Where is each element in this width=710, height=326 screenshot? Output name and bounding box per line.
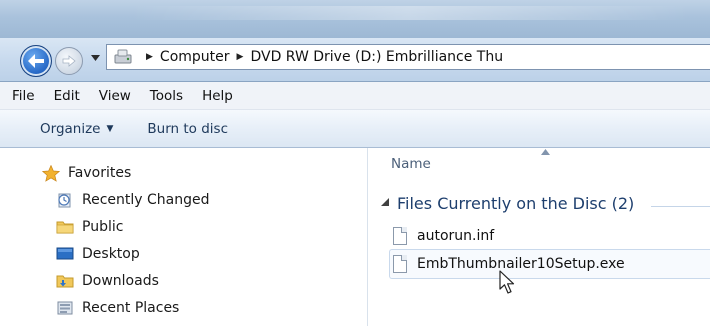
back-button[interactable] <box>20 45 52 77</box>
menu-view[interactable]: View <box>99 88 131 104</box>
breadcrumb-computer[interactable]: Computer <box>160 49 230 65</box>
recently-changed-icon <box>56 192 74 208</box>
menu-tools[interactable]: Tools <box>150 88 183 104</box>
star-icon <box>41 164 61 182</box>
drive-icon <box>113 48 133 66</box>
nav-label-recent-places: Recent Places <box>82 300 180 316</box>
group-divider <box>651 206 710 207</box>
recent-places-icon <box>56 300 74 316</box>
nav-item-recent-places[interactable]: Recent Places <box>56 296 179 320</box>
title-blur <box>130 6 690 20</box>
nav-label-desktop: Desktop <box>82 246 140 262</box>
nav-item-public[interactable]: Public <box>56 215 123 239</box>
window-titlebar <box>0 0 710 38</box>
forward-arrow-icon <box>56 48 82 74</box>
command-toolbar: Organize ▼ Burn to disc <box>0 110 710 148</box>
address-bar[interactable]: ▶ Computer ▶ DVD RW Drive (D:) Embrillia… <box>106 44 710 70</box>
collapse-triangle-icon <box>381 198 389 209</box>
menu-edit[interactable]: Edit <box>54 88 80 104</box>
document-icon <box>393 227 407 245</box>
back-arrow-icon <box>21 46 51 76</box>
sort-ascending-icon <box>541 148 550 158</box>
nav-item-recently-changed[interactable]: Recently Changed <box>56 188 210 212</box>
group-title: Files Currently on the Disc (2) <box>397 194 635 213</box>
folder-icon <box>56 219 74 235</box>
forward-button[interactable] <box>55 47 83 75</box>
nav-item-downloads[interactable]: Downloads <box>56 269 159 293</box>
nav-label-downloads: Downloads <box>82 273 159 289</box>
chevron-down-icon: ▼ <box>106 123 114 134</box>
burn-to-disc-button[interactable]: Burn to disc <box>147 121 228 137</box>
chevron-right-icon: ▶ <box>146 52 153 62</box>
document-icon <box>393 255 407 273</box>
column-header-name[interactable]: Name <box>391 156 431 172</box>
file-name: EmbThumbnailer10Setup.exe <box>417 256 625 272</box>
breadcrumb-dvd-drive[interactable]: DVD RW Drive (D:) Embrilliance Thu <box>250 49 503 65</box>
favorites-label: Favorites <box>68 165 132 181</box>
navigation-pane: Favorites Recently Changed Public Deskto… <box>0 148 368 326</box>
nav-label-public: Public <box>82 219 124 235</box>
recent-pages-dropdown[interactable] <box>91 54 101 66</box>
file-row-autorun[interactable]: autorun.inf <box>393 224 494 248</box>
nav-label-recently-changed: Recently Changed <box>82 192 210 208</box>
burn-to-disc-label: Burn to disc <box>147 120 229 137</box>
chevron-right-icon: ▶ <box>236 52 244 62</box>
file-group-header[interactable]: Files Currently on the Disc (2) <box>381 194 634 213</box>
file-list-pane: Name Files Currently on the Disc (2) aut… <box>369 148 710 326</box>
mouse-cursor-icon <box>499 270 517 296</box>
desktop-icon <box>56 246 74 262</box>
menu-help[interactable]: Help <box>202 88 233 104</box>
organize-label: Organize <box>40 120 101 137</box>
downloads-icon <box>56 273 74 289</box>
nav-item-desktop[interactable]: Desktop <box>56 242 140 266</box>
menu-file[interactable]: File <box>12 88 35 104</box>
menu-bar: File Edit View Tools Help <box>0 82 710 110</box>
nav-item-favorites[interactable]: Favorites <box>41 161 132 185</box>
file-name: autorun.inf <box>417 228 495 244</box>
organize-button[interactable]: Organize ▼ <box>40 121 113 137</box>
